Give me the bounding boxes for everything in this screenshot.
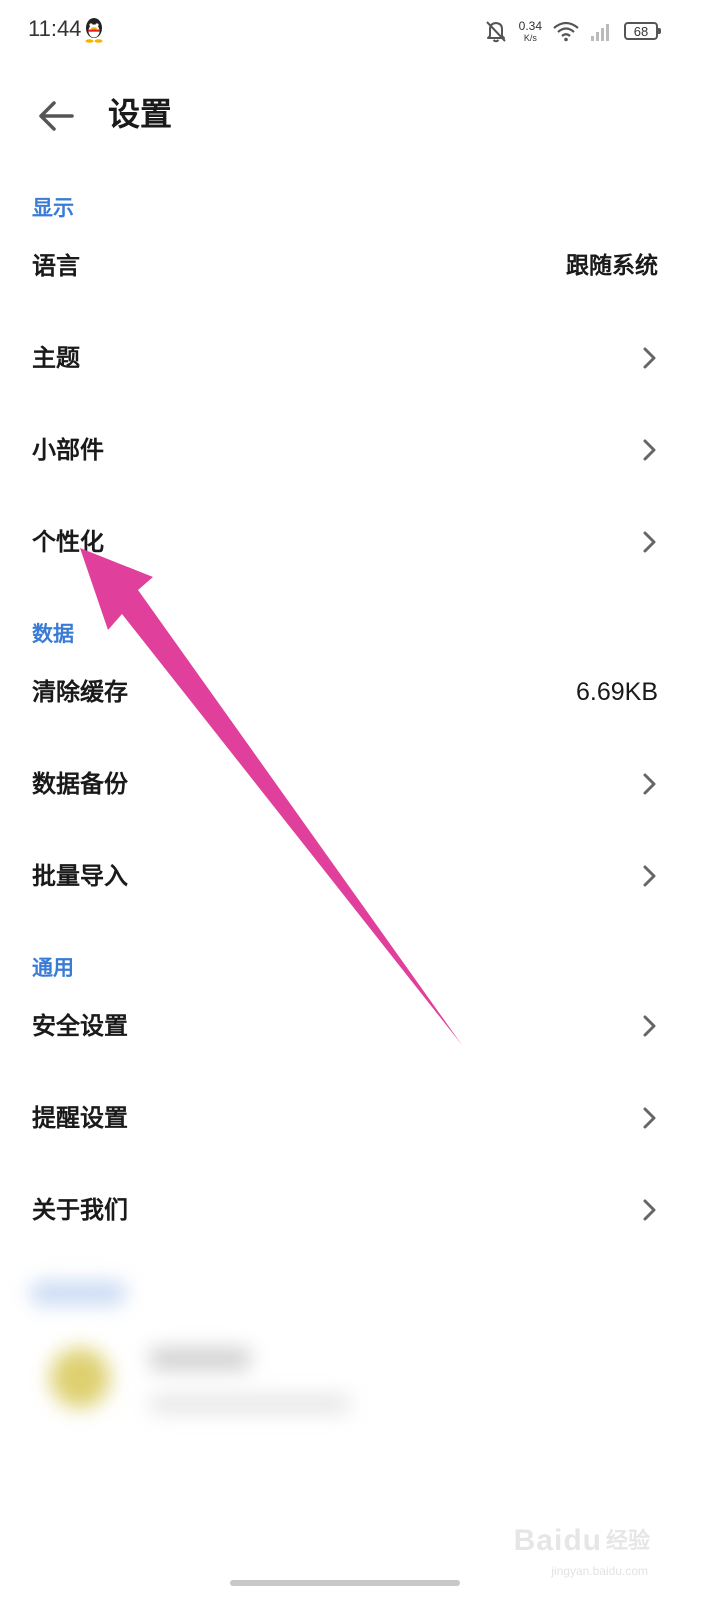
section-header-display: 显示 [32,196,74,220]
settings-row-batch-import[interactable]: 批量导入 [0,836,702,916]
row-label: 语言 [32,252,80,280]
settings-row-reminders[interactable]: 提醒设置 [0,1078,702,1158]
page-title: 设置 [108,95,173,133]
row-label: 个性化 [32,528,104,556]
chevron-right-icon [643,773,656,795]
settings-row-theme[interactable]: 主题 [0,318,702,398]
chevron-right-icon [643,1107,656,1129]
watermark-url: jingyan.baidu.com [551,1564,648,1578]
chevron-right-icon [643,1015,656,1037]
row-value-cache-size: 6.69KB [575,678,658,706]
watermark-tail: 经验 [605,1528,650,1553]
baidu-watermark: Baidu 经验 [514,1523,650,1558]
watermark-brand: Baidu [513,1524,602,1557]
battery-icon: 68 [624,22,661,40]
row-value-language: 跟随系统 [566,253,658,279]
app-header: 设置 [0,70,702,160]
row-label: 清除缓存 [32,678,128,706]
status-bar: 11:44 0.34 K/s 68 [0,0,702,64]
blurred-subtitle [150,1396,350,1412]
row-label: 关于我们 [32,1196,128,1224]
status-time: 11:44 [28,16,82,41]
row-label: 主题 [32,344,80,372]
row-label: 安全设置 [32,1012,128,1040]
chevron-right-icon [643,1199,656,1221]
settings-row-language[interactable]: 语言 跟随系统 [0,226,702,306]
status-icons: 0.34 K/s 68 [483,14,661,48]
section-header-general: 通用 [32,956,74,980]
settings-row-about-us[interactable]: 关于我们 [0,1170,702,1250]
row-label: 提醒设置 [32,1104,128,1132]
chevron-right-icon [643,439,656,461]
chevron-right-icon [643,865,656,887]
chevron-right-icon [643,347,656,369]
blurred-section-header [30,1282,126,1304]
settings-row-data-backup[interactable]: 数据备份 [0,744,702,824]
row-label: 小部件 [32,436,104,464]
home-indicator[interactable] [230,1580,460,1586]
settings-row-clear-cache[interactable]: 清除缓存 6.69KB [0,652,702,732]
row-label: 批量导入 [32,862,128,890]
signal-icon [591,24,609,41]
settings-row-widgets[interactable]: 小部件 [0,410,702,490]
chevron-right-icon [643,531,656,553]
row-label: 数据备份 [32,770,128,798]
back-button[interactable] [32,92,80,140]
settings-row-personalization[interactable]: 个性化 [0,502,702,582]
avatar [50,1348,110,1408]
net-speed: 0.34 K/s [519,20,542,43]
section-header-data: 数据 [32,622,74,646]
arrow-left-icon [39,101,74,131]
bell-muted-icon [485,21,506,43]
qq-icon [85,18,103,43]
settings-row-security[interactable]: 安全设置 [0,986,702,1066]
net-speed-unit: K/s [523,32,537,43]
wifi-icon [553,21,579,42]
blurred-name [150,1348,250,1370]
blurred-account-card [0,1260,702,1460]
net-speed-value: 0.34 [518,18,542,33]
